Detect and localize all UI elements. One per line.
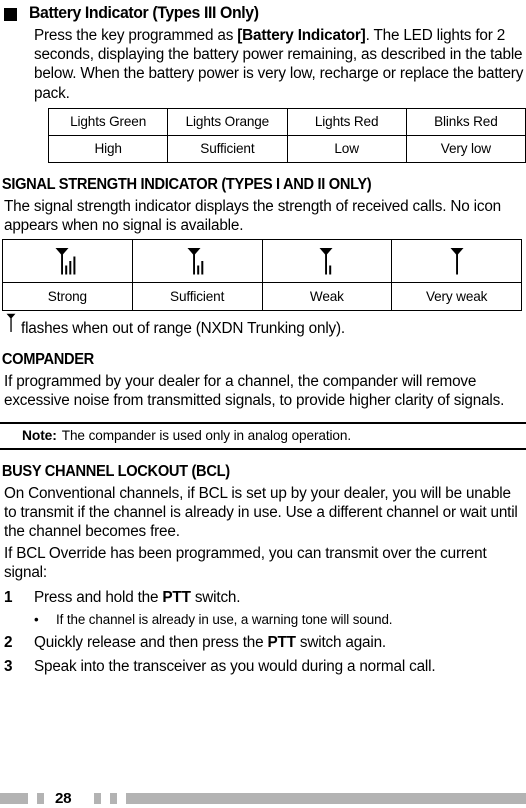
compander-note: Note: The compander is used only in analo…	[0, 427, 526, 444]
battery-led-state-cell: Lights Orange	[167, 107, 288, 136]
subbullet-text: If the channel is already in use, a warn…	[56, 611, 393, 627]
step-text-part-1: Quickly release and then press the	[34, 633, 268, 651]
table-row: High Sufficient Low Very low	[47, 134, 526, 163]
compander-paragraph: If programmed by your dealer for a chann…	[4, 373, 505, 410]
antenna-0-bars-icon	[450, 247, 464, 276]
ptt-switch-label: PTT	[267, 633, 296, 651]
signal-label-cell: Very weak	[391, 282, 522, 312]
note-label: Note:	[22, 427, 57, 443]
bcl-step-1: 1 Press and hold the PTT switch.	[0, 588, 526, 607]
signal-icon-cell-strong	[2, 239, 133, 284]
step-text: Quickly release and then press the PTT s…	[34, 633, 522, 652]
signal-strength-heading: SIGNAL STRENGTH INDICATOR (TYPES I AND I…	[1, 175, 372, 193]
table-row	[2, 239, 522, 284]
battery-indicator-paragraph: Press the key programmed as [Battery Ind…	[0, 26, 526, 103]
signal-icon-cell-very-weak	[391, 239, 522, 284]
footer-decoration-long-bar	[126, 793, 526, 804]
step-text-part-2: switch.	[190, 588, 241, 606]
compander-heading: COMPANDER	[1, 351, 94, 369]
antenna-0-bars-icon	[4, 313, 18, 333]
footer-decoration-square	[110, 793, 118, 804]
document-page: Battery Indicator (Types III Only) Press…	[0, 4, 526, 808]
battery-paragraph-part-1: Press the key programmed as	[34, 26, 238, 44]
battery-led-state-cell: Lights Red	[286, 107, 407, 136]
note-text: The compander is used only in analog ope…	[61, 427, 352, 443]
table-row: Lights Green Lights Orange Lights Red Bl…	[47, 107, 526, 136]
signal-strength-paragraph: The signal strength indicator displays t…	[4, 197, 501, 234]
compander-note-box: Note: The compander is used only in analo…	[0, 421, 526, 450]
signal-label-cell: Weak	[261, 282, 393, 312]
battery-indicator-table: Lights Green Lights Orange Lights Red Bl…	[47, 107, 526, 163]
table-row: Strong Sufficient Weak Very weak	[2, 282, 522, 312]
square-bullet-icon	[4, 8, 17, 21]
signal-icon-cell-sufficient	[131, 239, 263, 284]
battery-level-cell: Very low	[405, 134, 526, 163]
out-of-range-text: flashes when out of range (NXDN Trunking…	[21, 320, 345, 338]
battery-led-state-cell: Blinks Red	[405, 107, 526, 136]
page-footer: 28	[0, 789, 526, 808]
step-text-part-2: switch again.	[295, 633, 387, 651]
step-text: Speak into the transceiver as you would …	[34, 658, 436, 676]
footer-decoration-bar	[0, 793, 28, 804]
step-number: 3	[4, 658, 13, 676]
bcl-paragraph-1: On Conventional channels, if BCL is set …	[4, 484, 518, 540]
battery-level-cell: Low	[286, 134, 407, 163]
signal-icon-cell-weak	[261, 239, 393, 284]
antenna-2-bars-icon	[187, 247, 207, 276]
signal-strength-table: Strong Sufficient Weak Very weak	[2, 239, 522, 312]
out-of-range-note: flashes when out of range (NXDN Trunking…	[0, 313, 526, 338]
busy-channel-lockout-heading: BUSY CHANNEL LOCKOUT (BCL)	[1, 462, 230, 480]
battery-level-cell: High	[47, 134, 169, 163]
signal-label-cell: Sufficient	[131, 282, 263, 312]
bcl-step-2: 2 Quickly release and then press the PTT…	[0, 633, 526, 652]
step-number: 2	[4, 633, 13, 651]
battery-led-state-cell: Lights Green	[47, 107, 169, 136]
footer-decoration-square	[37, 793, 44, 804]
battery-indicator-heading-text: Battery Indicator (Types III Only)	[29, 4, 259, 22]
antenna-1-bar-icon	[319, 247, 335, 276]
step-text-part-1: Press and hold the	[34, 588, 163, 606]
battery-level-cell: Sufficient	[167, 134, 288, 163]
ptt-switch-label: PTT	[162, 588, 191, 606]
bcl-step-1-subbullet: • If the channel is already in use, a wa…	[0, 611, 526, 628]
antenna-3-bars-icon	[55, 247, 79, 276]
dot-bullet-icon: •	[34, 611, 39, 627]
bcl-paragraph-2: If BCL Override has been programmed, you…	[4, 545, 487, 582]
footer-decoration-square	[94, 793, 102, 804]
battery-indicator-heading: Battery Indicator (Types III Only)	[0, 4, 526, 23]
bcl-step-3: 3 Speak into the transceiver as you woul…	[0, 657, 526, 676]
battery-indicator-key-label: [Battery Indicator]	[237, 26, 366, 44]
step-number: 1	[4, 588, 13, 606]
signal-label-cell: Strong	[2, 282, 133, 312]
step-text: Press and hold the PTT switch.	[34, 588, 522, 607]
